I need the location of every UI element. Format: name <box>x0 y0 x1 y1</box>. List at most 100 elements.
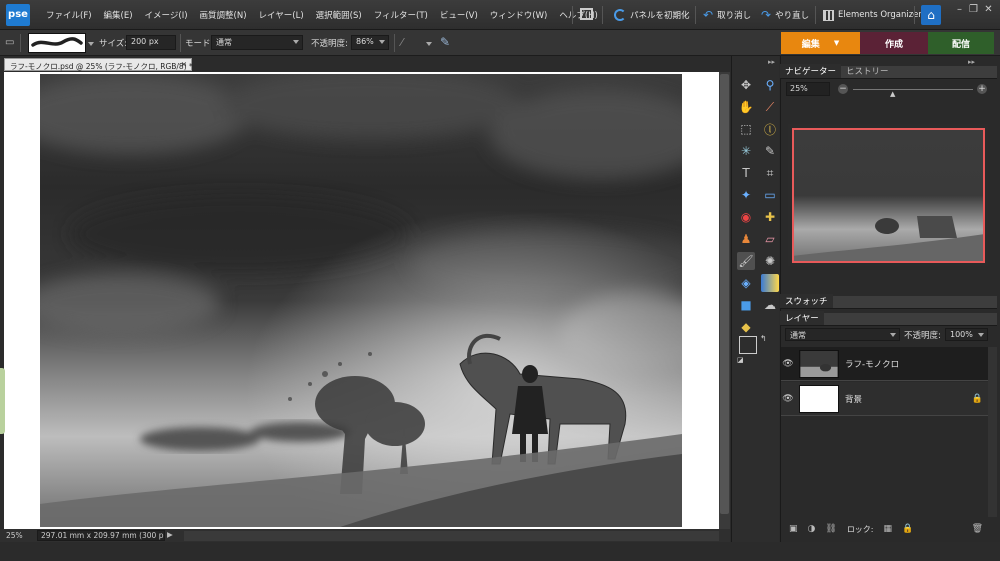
zoom-slider[interactable] <box>853 89 973 90</box>
reset-panels-button[interactable]: パネルを初期化 <box>614 6 690 24</box>
close-icon[interactable]: ✕ <box>181 60 187 69</box>
tab-navigator[interactable]: ナビゲーター <box>780 64 842 78</box>
crop-tool-icon[interactable]: ⌗ <box>761 164 779 182</box>
menu-image[interactable]: イメージ(I) <box>139 9 194 21</box>
opacity-input[interactable]: 86% <box>351 35 389 50</box>
marquee-tool-icon[interactable]: ⬚ <box>737 120 755 138</box>
tab-share[interactable]: 配信 <box>928 32 994 54</box>
red-eye-tool-icon[interactable]: ◉ <box>737 208 755 226</box>
chevron-down-icon[interactable] <box>426 42 432 46</box>
menu-bar: pse ファイル(F) 編集(E) イメージ(I) 画質調整(N) レイヤー(L… <box>0 0 1000 30</box>
menu-layer[interactable]: レイヤー(L) <box>253 9 310 21</box>
magic-wand-tool-icon[interactable]: ✳ <box>737 142 755 160</box>
brush-tool-icon[interactable]: 🖌 <box>737 252 755 270</box>
menu-window[interactable]: ウィンドウ(W) <box>484 9 554 21</box>
layers-footer: ▣ ◑ ⛓ ロック: ▦ 🔒 🗑 <box>781 518 997 540</box>
swap-colors-icon[interactable]: ↰ <box>760 334 767 343</box>
undo-label: 取り消し <box>717 11 752 21</box>
menu-select[interactable]: 選択範囲(S) <box>310 9 368 21</box>
minimize-icon[interactable]: – <box>953 4 966 15</box>
blend-mode-select[interactable]: 通常 <box>785 328 900 341</box>
new-layer-icon[interactable]: ▣ <box>789 524 798 534</box>
lock-all-icon[interactable]: 🔒 <box>902 524 913 534</box>
eye-icon[interactable]: 👁 <box>781 394 795 404</box>
vertical-scrollbar-thumb[interactable] <box>720 74 729 514</box>
options-separator <box>180 34 181 52</box>
menu-filter[interactable]: フィルター(T) <box>368 9 434 21</box>
layers-scrollbar[interactable] <box>988 347 997 517</box>
eraser-tool-icon[interactable]: ▱ <box>761 230 779 248</box>
blur-tool-icon[interactable]: ☁ <box>761 296 779 314</box>
navigator-panel-header: ナビゲーター ヒストリー <box>780 64 997 79</box>
sponge-tool-icon[interactable]: ◆ <box>737 318 755 336</box>
menu-view[interactable]: ビュー(V) <box>434 9 484 21</box>
tab-layers[interactable]: レイヤー <box>780 311 824 325</box>
tab-swatches[interactable]: スウォッチ <box>780 294 833 308</box>
healing-brush-tool-icon[interactable]: ✚ <box>761 208 779 226</box>
link-icon[interactable]: ⛓ <box>825 524 836 534</box>
navigator-preview[interactable] <box>792 128 985 263</box>
zoom-out-icon[interactable]: − <box>838 84 848 94</box>
elements-organizer-button[interactable]: Elements Organizer <box>823 6 922 24</box>
document-tab[interactable]: ラフ-モノクロ.psd @ 25% (ラフ-モノクロ, RGB/8) * ✕ <box>4 58 193 71</box>
default-colors-icon[interactable]: ◪ <box>737 356 744 364</box>
eye-icon[interactable]: 👁 <box>781 359 795 369</box>
menu-help[interactable]: ヘルプ(H) <box>553 9 604 21</box>
brush-preset-picker[interactable] <box>28 33 86 53</box>
project-bin-handle[interactable] <box>0 368 5 434</box>
brush-dropdown-arrow-icon[interactable] <box>88 42 94 46</box>
layer-opacity-input[interactable]: 100% <box>945 328 988 341</box>
menu-edit[interactable]: 編集(E) <box>98 9 139 21</box>
lasso-tool-icon[interactable]: ⓛ <box>761 120 779 138</box>
layer-row[interactable]: 👁 背景 🔒 <box>781 382 997 416</box>
layer-name: ラフ-モノクロ <box>845 359 900 370</box>
type-tool-icon[interactable]: T <box>737 164 755 182</box>
clone-stamp-tool-icon[interactable]: ♟ <box>737 230 755 248</box>
cookie-cutter-tool-icon[interactable]: ✦ <box>737 186 755 204</box>
size-value: 200 px <box>131 37 159 46</box>
menu-separator <box>572 6 573 24</box>
eyedropper-tool-icon[interactable]: ⟋ <box>761 98 779 116</box>
redo-button[interactable]: ↷ やり直し <box>761 6 809 24</box>
zoom-slider-thumb[interactable]: ▲ <box>890 90 895 98</box>
tablet-pressure-icon[interactable]: ✎ <box>440 35 456 51</box>
home-icon[interactable]: ⌂ <box>921 5 941 25</box>
menu-enhance[interactable]: 画質調整(N) <box>194 9 253 21</box>
tab-history[interactable]: ヒストリー <box>841 64 894 78</box>
shape-tool-icon[interactable]: ■ <box>737 296 755 314</box>
straighten-tool-icon[interactable]: ▭ <box>761 186 779 204</box>
foreground-color-swatch[interactable] <box>739 336 757 354</box>
airbrush-icon[interactable]: ⁄ <box>401 36 415 50</box>
tool-options-bar: ▭ サイズ: 200 px モード: 通常 不透明度: 86% ⁄ ✎ 編集 ▼… <box>0 30 1000 56</box>
menu-separator <box>695 6 696 24</box>
trash-icon[interactable]: 🗑 <box>972 524 983 534</box>
menu-file[interactable]: ファイル(F) <box>40 9 98 21</box>
hand-tool-icon[interactable]: ✋ <box>737 98 755 116</box>
artwork-canvas[interactable] <box>40 74 682 527</box>
zoom-in-icon[interactable]: + <box>977 84 987 94</box>
mode-select[interactable]: 通常 <box>211 35 303 50</box>
status-menu-arrow-icon[interactable]: ▶ <box>167 530 173 539</box>
lock-transparency-icon[interactable]: ▦ <box>884 524 893 534</box>
tab-create[interactable]: 作成 <box>860 32 928 54</box>
tool-preset-icon[interactable]: ▭ <box>5 37 17 49</box>
close-icon[interactable]: ✕ <box>982 4 995 15</box>
adjustment-layer-icon[interactable]: ◑ <box>808 524 816 534</box>
size-input[interactable]: 200 px <box>126 35 176 50</box>
zoom-tool-icon[interactable]: ⚲ <box>761 76 779 94</box>
restore-icon[interactable]: ❐ <box>967 4 980 15</box>
layer-row[interactable]: 👁 ラフ-モノクロ <box>781 347 997 381</box>
undo-button[interactable]: ↶ 取り消し <box>703 6 751 24</box>
smart-brush-tool-icon[interactable]: ✺ <box>761 252 779 270</box>
paint-bucket-tool-icon[interactable]: ◈ <box>737 274 755 292</box>
reset-icon <box>614 9 626 21</box>
collapse-panels-icon[interactable]: ▸▸ <box>968 58 975 66</box>
workspace-layout-icon[interactable] <box>580 8 593 20</box>
navigator-zoom-input[interactable]: 25% <box>786 82 830 96</box>
gradient-tool-icon[interactable] <box>761 274 779 292</box>
tab-edit[interactable]: 編集 ▼ <box>781 32 860 54</box>
move-tool-icon[interactable]: ✥ <box>737 76 755 94</box>
horizontal-scrollbar[interactable] <box>184 531 719 541</box>
selection-brush-tool-icon[interactable]: ✎ <box>761 142 779 160</box>
collapse-icon[interactable]: ▸▸ <box>768 58 775 66</box>
